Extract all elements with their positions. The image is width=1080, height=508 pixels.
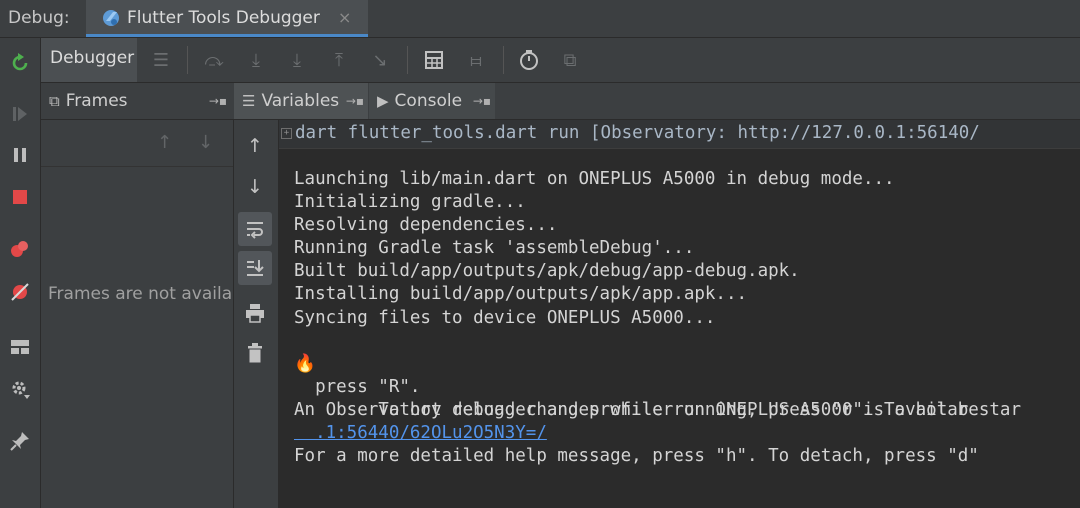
tab-frames-label: Frames [65,91,128,111]
console-line: Running Gradle task 'assembleDebug'... [294,238,695,259]
pause-icon[interactable] [8,143,32,167]
arrow-up-icon[interactable]: ↑ [157,132,172,153]
tab-debugger[interactable]: Debugger [41,38,137,82]
toolbar-separator [187,46,188,74]
soft-wrap-icon[interactable] [238,212,272,246]
frames-icon: ⧉ [49,92,60,110]
debug-label: Debug: [8,8,70,28]
run-to-cursor-icon[interactable]: ↘ [367,47,393,73]
variables-icon: ☰ [242,92,256,110]
console-line: press "R". [294,376,421,397]
toolbar-separator [407,46,408,74]
frames-panel: ↑ ↓ Frames are not available [41,120,234,508]
toolbar-separator [503,46,504,74]
console-line: Syncing files to device ONEPLUS A5000... [294,307,716,328]
tab-flutter-tools-debugger[interactable]: Flutter Tools Debugger × [86,0,368,37]
debugger-toolbar: Debugger ☰ ⤼ ⤓ ⤓ ⤒ ↘ ⧦ ⧉ [41,38,1080,83]
console-line: Resolving dependencies... [294,215,558,236]
console-toolbar: ↑ ↓ [234,120,279,508]
frames-empty-message: Frames are not available [48,284,233,304]
stopwatch-icon[interactable] [516,47,542,73]
settings-gear-icon[interactable] [8,377,32,401]
layout-icon[interactable] [8,335,32,359]
arrow-down-icon[interactable]: ↓ [198,132,213,153]
flutter-debug-icon [103,10,119,26]
scroll-to-end-icon[interactable] [238,251,272,285]
pin-tab-icon[interactable]: →▪ [209,94,227,108]
pin-tab-icon[interactable]: →▪ [473,94,491,108]
tab-title: Flutter Tools Debugger [127,8,320,28]
console-line: Built build/app/outputs/apk/debug/app-de… [294,261,800,282]
stop-icon[interactable] [8,185,32,209]
arrow-down-icon[interactable]: ↓ [238,170,272,204]
view-breakpoints-icon[interactable] [8,237,32,261]
force-step-into-icon[interactable]: ⤓ [284,47,310,73]
debugger-subtabs: ⧉ Frames →▪ ☰ Variables →▪ ▶ Console →▪ [41,83,1080,120]
resume-icon[interactable] [8,102,32,126]
console-icon: ▶ [377,92,389,110]
console-output[interactable]: + dart flutter_tools.dart run [Observato… [279,120,1080,508]
fire-icon: 🔥 [294,353,316,374]
debug-tool-window-header: Debug: Flutter Tools Debugger × [0,0,1080,38]
console-command-header: + dart flutter_tools.dart run [Observato… [279,120,1080,149]
step-over-icon[interactable]: ⤼ [201,47,227,73]
console-line: Launching lib/main.dart on ONEPLUS A5000… [294,169,895,189]
tab-variables-label: Variables [261,91,340,111]
restore-layout-icon[interactable]: ⧉ [557,47,583,73]
pin-tab-icon[interactable]: →▪ [346,94,364,108]
frames-navigation: ↑ ↓ [41,120,233,167]
console-line-text: To hot reload changes while running, pre… [357,399,1021,420]
left-debug-toolbar [0,38,41,508]
console-line: Initializing gradle... [294,192,526,213]
rerun-icon[interactable] [8,51,32,75]
observatory-link[interactable]: .1:56440/62OLu2O5N3Y=/ [294,422,1021,445]
pin-icon[interactable] [8,429,32,453]
console-lines: Launching lib/main.dart on ONEPLUS A5000… [294,168,1021,468]
tab-variables[interactable]: ☰ Variables →▪ [234,83,368,119]
mute-breakpoints-icon[interactable] [8,280,32,304]
tab-frames[interactable]: ⧉ Frames →▪ [41,83,233,119]
evaluate-expression-icon[interactable] [421,47,447,73]
step-into-icon[interactable]: ⤓ [243,47,269,73]
tab-console[interactable]: ▶ Console →▪ [369,83,495,119]
tab-console-label: Console [394,91,463,111]
clear-all-trash-icon[interactable] [238,336,272,370]
print-icon[interactable] [238,296,272,330]
arrow-up-icon[interactable]: ↑ [238,129,272,163]
show-execution-point-icon[interactable]: ☰ [148,47,174,73]
console-line-hot-reload: 🔥 To hot reload changes while running, p… [294,353,1021,420]
debugger-tab-label: Debugger [50,48,135,68]
console-line: For a more detailed help message, press … [294,446,979,467]
fold-toggle-icon[interactable]: + [281,128,292,139]
console-command-line: dart flutter_tools.dart run [Observatory… [295,123,980,143]
step-out-icon[interactable]: ⤒ [326,47,352,73]
trace-icon[interactable]: ⧦ [463,47,489,73]
console-line: Installing build/app/outputs/apk/app.apk… [294,284,748,305]
close-icon[interactable]: × [338,8,351,27]
